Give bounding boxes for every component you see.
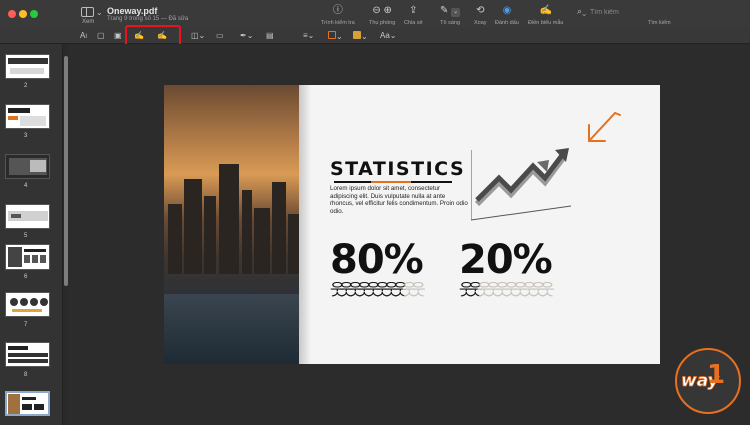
share-button[interactable]: ⇪ Chia sẻ <box>404 5 423 26</box>
markup-icon: ◉ <box>502 5 512 16</box>
shapes-tool-icon[interactable]: ◫⌄ <box>191 31 205 41</box>
preview-window: ⌄ Xem Oneway.pdf Trang 9 trong số 15 — Đ… <box>0 0 750 425</box>
people-icons-20: 웃웃웃웃웃웃웃웃웃웃 <box>459 282 555 300</box>
document-title: Oneway.pdf <box>107 6 158 16</box>
thumbnail-sidebar: 2 3 4 5 6 7 8 <box>0 44 63 425</box>
person-icon: 웃 <box>495 282 510 299</box>
fill-color-icon[interactable]: ⌄ <box>353 31 368 41</box>
markup-button[interactable]: ◉ Đánh dấu <box>495 5 519 26</box>
logo-numeral: 1 <box>707 360 726 390</box>
person-icon: 웃 <box>468 282 483 299</box>
person-icon: 웃 <box>522 282 537 299</box>
page-thumbnail[interactable] <box>5 204 50 229</box>
page-number: 2 <box>24 83 28 89</box>
person-icon: 웃 <box>486 282 501 299</box>
redact-tool-icon[interactable]: ▣ <box>114 31 122 41</box>
rotate-label: Xoay <box>474 20 487 26</box>
share-icon: ⇪ <box>409 5 418 16</box>
page-thumbnail[interactable] <box>5 154 50 179</box>
page-thumbnail[interactable] <box>5 342 50 367</box>
person-icon: 웃 <box>477 282 492 299</box>
person-icon: 웃 <box>366 282 381 299</box>
slide-title: STATISTICS <box>330 158 466 180</box>
slide-body-text: Lorem ipsum dolor sit amet, consectetur … <box>330 185 468 215</box>
search-input[interactable] <box>590 6 690 18</box>
markup-label: Đánh dấu <box>495 20 519 26</box>
page-number: 3 <box>24 133 28 139</box>
zoom-button[interactable]: ⊖ ⊕ Thu phóng <box>369 5 395 26</box>
inspector-button[interactable]: ⓘ Trình kiểm tra <box>321 5 355 26</box>
chevron-down-icon[interactable]: ⌄ <box>96 8 103 17</box>
fullscreen-window-button[interactable] <box>30 10 38 18</box>
photo-shadow <box>299 85 311 364</box>
text-box-tool-icon[interactable]: ▭ <box>216 31 224 41</box>
form-fill-icon: ✍ <box>539 5 552 16</box>
text-style-icon[interactable]: Aa⌄ <box>380 31 397 41</box>
text-selection-tool-icon[interactable]: AI <box>80 31 87 41</box>
person-icon: 웃 <box>402 282 417 299</box>
stat-value-80: 80% <box>330 237 424 283</box>
sidebar-scroll-thumb[interactable] <box>64 56 68 286</box>
search-field[interactable]: ⌕⌄ <box>577 6 697 18</box>
search-icon: ⌕⌄ <box>577 6 587 16</box>
inspector-label: Trình kiểm tra <box>321 20 355 26</box>
person-icon: 웃 <box>384 282 399 299</box>
oneway-logo: way 1 <box>675 348 741 414</box>
form-fill-label: Điền biểu mẫu <box>528 20 564 26</box>
person-icon: 웃 <box>330 282 345 299</box>
person-icon: 웃 <box>504 282 519 299</box>
title-bar: ⌄ Xem Oneway.pdf Trang 9 trong số 15 — Đ… <box>0 0 750 28</box>
person-icon: 웃 <box>540 282 555 299</box>
note-tool-icon[interactable]: ▤ <box>266 31 274 41</box>
person-icon: 웃 <box>531 282 546 299</box>
document-subtitle: Trang 9 trong số 15 — Đã sửa <box>107 16 189 22</box>
person-icon: 웃 <box>513 282 528 299</box>
border-color-icon[interactable]: ⌄ <box>328 31 343 41</box>
page-number: 5 <box>24 233 28 239</box>
highlight-icon: ✎ ⌄ <box>440 5 461 17</box>
person-icon: 웃 <box>375 282 390 299</box>
stat-value-20: 20% <box>459 237 553 283</box>
page-thumbnail-active[interactable] <box>5 391 50 416</box>
person-icon: 웃 <box>459 282 474 299</box>
search-label: Tìm kiếm <box>648 20 671 26</box>
rect-select-tool-icon[interactable]: ▢ <box>97 31 105 41</box>
people-icons-80: 웃웃웃웃웃웃웃웃웃웃 <box>330 282 426 300</box>
view-label: Xem <box>82 19 95 25</box>
share-label: Chia sẻ <box>404 20 423 26</box>
title-underline-accent <box>371 181 411 183</box>
page-thumbnail[interactable] <box>5 244 50 270</box>
rotate-button[interactable]: ⟲ Xoay <box>474 5 487 26</box>
page-thumbnail[interactable] <box>5 104 50 129</box>
info-icon: ⓘ <box>332 5 343 16</box>
highlight-button[interactable]: ✎ ⌄ Tô sáng <box>440 5 461 26</box>
line-style-icon[interactable]: ≡⌄ <box>303 31 314 41</box>
page-thumbnail[interactable] <box>5 54 50 79</box>
orange-arrow-icon <box>588 112 621 142</box>
zoom-label: Thu phóng <box>369 20 396 26</box>
page-thumbnail[interactable] <box>5 292 50 317</box>
sign-tool-icon[interactable]: ✒⌄ <box>240 31 253 41</box>
person-icon: 웃 <box>393 282 408 299</box>
markup-toolbar: AI ▢ ▣ ✍ ✍ ◫⌄ ▭ ✒⌄ ▤ ≡⌄ ⌄ ⌄ Aa⌄ <box>0 28 750 44</box>
growth-chart-illustration <box>471 148 572 221</box>
zoom-icon: ⊖ ⊕ <box>372 5 392 16</box>
rotate-icon: ⟲ <box>476 5 485 16</box>
person-icon: 웃 <box>348 282 363 299</box>
page-number: 6 <box>24 274 28 280</box>
form-fill-button[interactable]: ✍ Điền biểu mẫu <box>528 5 563 26</box>
sidebar-toggle-icon[interactable] <box>81 7 94 17</box>
page-number: 7 <box>24 322 28 328</box>
person-icon: 웃 <box>411 282 426 299</box>
pdf-page[interactable]: STATISTICS Lorem ipsum dolor sit amet, c… <box>164 85 660 364</box>
page-number: 4 <box>24 183 28 189</box>
city-sunset-photo <box>164 85 299 364</box>
minimize-window-button[interactable] <box>19 10 27 18</box>
close-window-button[interactable] <box>8 10 16 18</box>
person-icon: 웃 <box>357 282 372 299</box>
highlight-label: Tô sáng <box>440 20 461 26</box>
page-number: 8 <box>24 372 28 378</box>
person-icon: 웃 <box>339 282 354 299</box>
